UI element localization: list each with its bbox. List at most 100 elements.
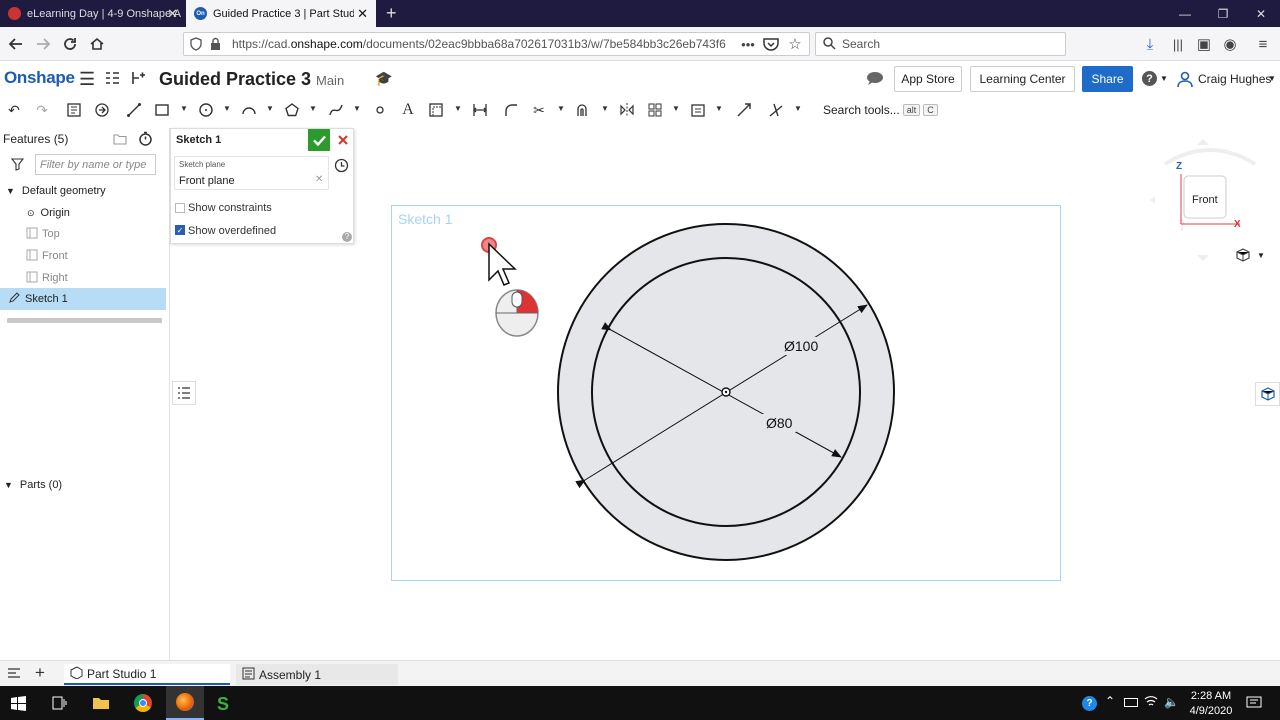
learning-cap-icon[interactable]: 🎓 xyxy=(375,70,392,87)
clear-plane-icon[interactable]: ✕ xyxy=(315,174,323,185)
text-tool-icon[interactable]: A xyxy=(398,100,418,120)
view-options-caret-icon[interactable]: ▼ xyxy=(1257,251,1265,260)
filter-icon[interactable] xyxy=(10,158,25,174)
mirror-tool-icon[interactable] xyxy=(617,100,637,120)
url-bar[interactable]: https://cad. onshape.com/documents/02eac9… xyxy=(183,32,810,56)
chevron-down-icon[interactable]: ▼ xyxy=(715,104,723,113)
feature-item-front[interactable]: Front xyxy=(0,245,166,267)
minimize-window-icon[interactable]: — xyxy=(1166,0,1204,27)
windows-start-icon[interactable] xyxy=(11,696,26,714)
help-icon[interactable]: ? xyxy=(1142,71,1157,86)
chevron-down-icon[interactable]: ▼ xyxy=(266,104,274,113)
back-icon[interactable] xyxy=(5,33,27,55)
point-tool-icon[interactable] xyxy=(370,100,390,120)
fillet-tool-icon[interactable] xyxy=(501,100,521,120)
chevron-down-icon[interactable]: ▼ xyxy=(4,480,13,490)
chevron-down-icon[interactable]: ▼ xyxy=(557,104,565,113)
parts-group[interactable]: ▼ Parts (0) xyxy=(0,474,166,496)
tab-assembly-1[interactable]: Assembly 1 xyxy=(236,664,398,685)
show-constraints-checkbox[interactable] xyxy=(175,203,185,213)
task-view-icon[interactable] xyxy=(52,696,67,713)
workspace-name[interactable]: Main xyxy=(316,73,344,88)
feature-item-origin[interactable]: ⊙ Origin xyxy=(0,202,166,224)
browser-search-field[interactable]: Search xyxy=(815,32,1066,56)
user-caret-icon[interactable]: ▼ xyxy=(1268,74,1276,83)
offset-tool-icon[interactable] xyxy=(573,100,593,120)
rollback-timer-icon[interactable] xyxy=(138,131,153,149)
feature-item-sketch-1[interactable]: Sketch 1 xyxy=(0,288,166,310)
trim-tool-icon[interactable]: ✂ xyxy=(529,100,549,120)
feature-list-icon[interactable] xyxy=(104,70,120,89)
close-window-icon[interactable]: ✕ xyxy=(1242,0,1280,27)
chevron-down-icon[interactable]: ▼ xyxy=(309,104,317,113)
instances-icon[interactable] xyxy=(130,70,146,89)
chevron-down-icon[interactable]: ▼ xyxy=(6,186,15,196)
account-icon[interactable]: ◉ xyxy=(1219,33,1241,55)
show-overdefined-checkbox[interactable]: ✓ xyxy=(175,225,185,235)
screencast-app-icon[interactable]: S xyxy=(217,694,229,715)
insert-dxf-icon[interactable] xyxy=(688,100,708,120)
sidebar-icon[interactable]: ▣ xyxy=(1193,33,1215,55)
polygon-tool-icon[interactable] xyxy=(282,100,302,120)
firefox-icon[interactable] xyxy=(166,686,204,720)
close-tab-icon[interactable]: ✕ xyxy=(354,5,368,22)
chat-icon[interactable] xyxy=(866,71,884,89)
dimension-tool-icon[interactable] xyxy=(470,100,490,120)
volume-icon[interactable]: 🔈 xyxy=(1164,695,1179,709)
sketch-history-icon[interactable] xyxy=(334,158,349,176)
browser-tab-guided-practice[interactable]: On Guided Practice 3 | Part Studio ✕ xyxy=(186,0,376,27)
outer-diameter-dimension[interactable]: Ø100 xyxy=(780,337,823,355)
help-caret-icon[interactable]: ▼ xyxy=(1160,74,1168,83)
new-tab-button[interactable]: + xyxy=(378,0,402,27)
search-tools-field[interactable]: Search tools... alt C xyxy=(817,99,944,121)
undo-icon[interactable]: ↶ xyxy=(4,100,24,120)
constraint-tool-icon[interactable] xyxy=(766,100,786,120)
confirm-button[interactable] xyxy=(308,129,330,151)
clock-time[interactable]: 2:28 AM xyxy=(1188,690,1234,702)
rectangle-tool-icon[interactable] xyxy=(152,100,172,120)
page-actions-icon[interactable]: ••• xyxy=(737,33,759,55)
user-avatar-icon[interactable] xyxy=(1176,70,1194,91)
chevron-down-icon[interactable]: ▼ xyxy=(223,104,231,113)
use-icon[interactable] xyxy=(92,100,112,120)
chevron-down-icon[interactable]: ▼ xyxy=(794,104,802,113)
chrome-icon[interactable] xyxy=(134,694,152,712)
clock-date[interactable]: 4/9/2020 xyxy=(1186,705,1236,717)
rollback-bar[interactable] xyxy=(7,318,162,323)
chevron-down-icon[interactable]: ▼ xyxy=(454,104,462,113)
onshape-logo[interactable]: Onshape xyxy=(4,68,75,88)
show-overdefined-label[interactable]: Show overdefined xyxy=(188,225,276,237)
show-constraints-label[interactable]: Show constraints xyxy=(188,202,272,214)
project-tool-icon[interactable] xyxy=(734,100,754,120)
learning-center-button[interactable]: Learning Center xyxy=(970,66,1075,92)
chevron-down-icon[interactable]: ▼ xyxy=(601,104,609,113)
feature-item-top[interactable]: Top xyxy=(0,223,166,245)
redo-icon[interactable]: ↷ xyxy=(32,100,52,120)
arc-tool-icon[interactable] xyxy=(239,100,259,120)
add-folder-icon[interactable] xyxy=(113,133,127,148)
pocket-icon[interactable] xyxy=(760,33,782,55)
sketch-plane-field[interactable]: Sketch plane Front plane ✕ xyxy=(174,156,329,190)
file-explorer-icon[interactable] xyxy=(92,696,110,713)
chevron-down-icon[interactable]: ▼ xyxy=(353,104,361,113)
reload-icon[interactable] xyxy=(59,33,81,55)
document-title[interactable]: Guided Practice 3 xyxy=(159,69,311,90)
notifications-icon[interactable] xyxy=(1246,696,1262,713)
default-geometry-group[interactable]: ▼ Default geometry xyxy=(0,180,166,202)
inner-diameter-dimension[interactable]: Ø80 xyxy=(762,414,797,432)
download-icon[interactable]: ⤓ xyxy=(1139,33,1161,55)
spline-tool-icon[interactable] xyxy=(326,100,346,120)
tab-manager-icon[interactable] xyxy=(7,667,21,682)
user-name[interactable]: Craig Hughes xyxy=(1198,72,1271,86)
close-tab-icon[interactable]: ✕ xyxy=(167,6,178,22)
view-cube-face-front[interactable]: Front xyxy=(1192,194,1218,206)
forward-icon[interactable] xyxy=(32,33,54,55)
feature-filter-input[interactable]: Filter by name or type xyxy=(35,154,156,175)
sketch-icon[interactable] xyxy=(64,100,84,120)
appearance-panel-icon[interactable] xyxy=(1255,382,1280,406)
line-tool-icon[interactable] xyxy=(124,100,144,120)
hamburger-menu-icon[interactable]: ☰ xyxy=(79,69,95,90)
library-icon[interactable]: ||| xyxy=(1167,33,1189,55)
pattern-tool-icon[interactable] xyxy=(645,100,665,120)
tab-part-studio-1[interactable]: Part Studio 1 xyxy=(64,664,230,685)
